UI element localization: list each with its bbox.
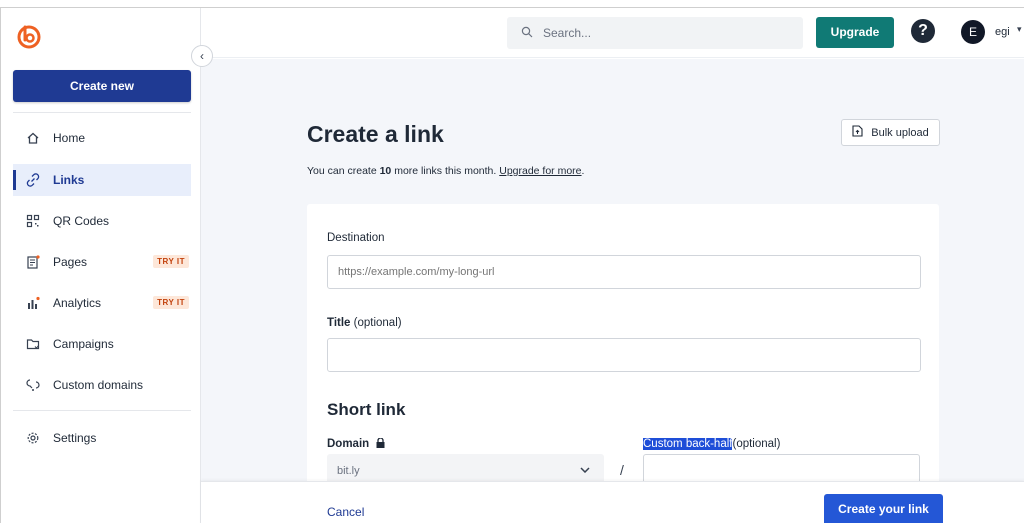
domain-value: bit.ly <box>337 465 360 477</box>
link-icon <box>25 172 41 188</box>
custom-back-half-text: Custom back-half <box>643 438 733 450</box>
sidebar-divider <box>13 410 191 411</box>
sidebar-item-home[interactable]: Home <box>13 122 191 154</box>
cancel-button[interactable]: Cancel <box>327 505 364 519</box>
back-half-optional: (optional) <box>732 438 781 450</box>
search-placeholder: Search... <box>543 26 592 40</box>
limit-count: 10 <box>379 165 392 177</box>
path-separator: / <box>620 462 624 478</box>
sidebar-item-label: Settings <box>53 431 97 445</box>
sidebar-item-custom-domains[interactable]: Custom domains <box>13 369 191 401</box>
sidebar-item-label: QR Codes <box>53 214 110 228</box>
sidebar-item-campaigns[interactable]: Campaigns <box>13 328 191 360</box>
domain-label-text: Domain <box>327 438 370 450</box>
form-footer: Cancel Create your link <box>201 481 1024 523</box>
bulk-upload-label: Bulk upload <box>871 126 929 139</box>
bitly-logo-icon[interactable] <box>15 22 43 50</box>
limit-prefix: You can create <box>307 165 380 177</box>
sidebar-item-pages[interactable]: Pages TRY IT <box>13 246 191 278</box>
analytics-icon <box>25 295 41 311</box>
page-title: Create a link <box>307 121 444 147</box>
create-your-link-button[interactable]: Create your link <box>824 494 943 523</box>
upgrade-for-more-link[interactable]: Upgrade for more <box>499 165 581 177</box>
try-it-badge: TRY IT <box>153 255 189 268</box>
settings-gear-icon <box>25 430 41 446</box>
sidebar-item-label: Custom domains <box>53 378 144 392</box>
domain-label: Domain <box>327 437 385 451</box>
create-new-button[interactable]: Create new <box>13 70 191 102</box>
create-link-form: Destination Title (optional) Short link … <box>307 204 939 523</box>
chevron-down-icon[interactable]: ▾ <box>1017 24 1022 35</box>
sidebar-item-label: Campaigns <box>53 337 114 351</box>
sidebar-item-label: Analytics <box>53 296 102 310</box>
sidebar-item-label: Pages <box>53 255 88 269</box>
title-label-text: Title <box>327 317 351 329</box>
campaigns-icon <box>25 336 41 352</box>
lock-icon <box>376 437 385 451</box>
search-input[interactable]: Search... <box>507 17 803 49</box>
sidebar-item-settings[interactable]: Settings <box>13 422 191 454</box>
browser-viewport: Create new Home Links QR Codes Pages TRY… <box>0 7 1024 523</box>
custom-back-half-label: Custom back-half(optional) <box>643 438 780 450</box>
sidebar-item-analytics[interactable]: Analytics TRY IT <box>13 287 191 319</box>
custom-domains-icon <box>25 377 41 393</box>
user-name[interactable]: egi <box>995 26 1010 38</box>
upload-file-icon <box>852 125 863 140</box>
title-optional: (optional) <box>350 317 402 329</box>
main-content: Create a link Bulk upload You can create… <box>201 59 1024 523</box>
title-label: Title (optional) <box>327 317 402 329</box>
destination-label: Destination <box>327 232 385 244</box>
help-icon[interactable]: ? <box>911 19 935 43</box>
home-icon <box>25 130 41 146</box>
sidebar-item-qr-codes[interactable]: QR Codes <box>13 205 191 237</box>
destination-input[interactable] <box>327 255 921 289</box>
sidebar-item-links[interactable]: Links <box>13 164 191 196</box>
bulk-upload-button[interactable]: Bulk upload <box>841 119 940 146</box>
try-it-badge: TRY IT <box>153 296 189 309</box>
sidebar-item-label: Links <box>53 173 85 187</box>
sidebar-item-label: Home <box>53 131 86 145</box>
top-bar: Search... Upgrade ? E egi ▾ <box>201 8 1024 58</box>
title-input[interactable] <box>327 338 921 372</box>
avatar[interactable]: E <box>961 20 985 44</box>
sidebar-collapse-button[interactable]: ‹ <box>191 45 213 67</box>
link-limit-note: You can create 10 more links this month.… <box>307 165 584 177</box>
pages-icon <box>25 254 41 270</box>
qr-code-icon <box>25 213 41 229</box>
sidebar: Create new Home Links QR Codes Pages TRY… <box>1 8 201 523</box>
limit-suffix: more links this month. <box>391 165 500 177</box>
limit-end: . <box>581 165 585 177</box>
sidebar-divider <box>13 112 191 113</box>
short-link-heading: Short link <box>327 400 406 419</box>
upgrade-button[interactable]: Upgrade <box>816 17 894 48</box>
search-icon <box>521 26 533 41</box>
